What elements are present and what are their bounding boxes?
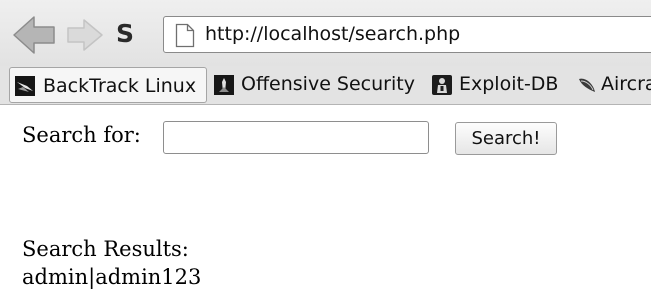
aircrack-icon <box>579 78 595 92</box>
search-label: Search for: <box>22 123 141 147</box>
address-text[interactable]: http://localhost/search.php <box>205 17 460 52</box>
search-button[interactable]: Search! <box>455 122 557 155</box>
results-heading: Search Results: <box>22 237 189 261</box>
result-item: admin|admin123 <box>22 265 202 289</box>
bookmark-label: BackTrack Linux <box>43 75 197 97</box>
exploit-db-icon <box>432 75 452 95</box>
page-icon <box>175 23 195 48</box>
search-input[interactable] <box>163 121 429 154</box>
bookmarks-toolbar: BackTrack Linux Offensive Security Explo… <box>0 66 651 105</box>
bookmark-offensive-security[interactable]: Offensive Security <box>214 66 420 104</box>
back-arrow-icon[interactable] <box>12 14 56 56</box>
bookmark-label: Exploit-DB <box>459 73 559 95</box>
address-bar[interactable]: http://localhost/search.php <box>163 16 651 53</box>
offensive-security-icon <box>214 75 234 95</box>
stop-reload-icon[interactable]: S <box>116 14 134 54</box>
bookmark-backtrack-linux[interactable]: BackTrack Linux <box>9 67 207 103</box>
bookmark-label: Aircra <box>601 73 651 95</box>
navigation-toolbar: S http://localhost/search.php <box>0 0 651 66</box>
page-content: Search for: Search! Search Results: admi… <box>0 105 651 306</box>
bookmark-aircrack[interactable]: Aircra <box>577 66 651 104</box>
bookmark-exploit-db[interactable]: Exploit-DB <box>432 66 572 104</box>
bookmark-label: Offensive Security <box>241 73 415 95</box>
browser-window: S http://localhost/search.php BackTrack … <box>0 0 651 306</box>
backtrack-icon <box>15 76 35 96</box>
forward-arrow-icon[interactable] <box>66 17 104 53</box>
